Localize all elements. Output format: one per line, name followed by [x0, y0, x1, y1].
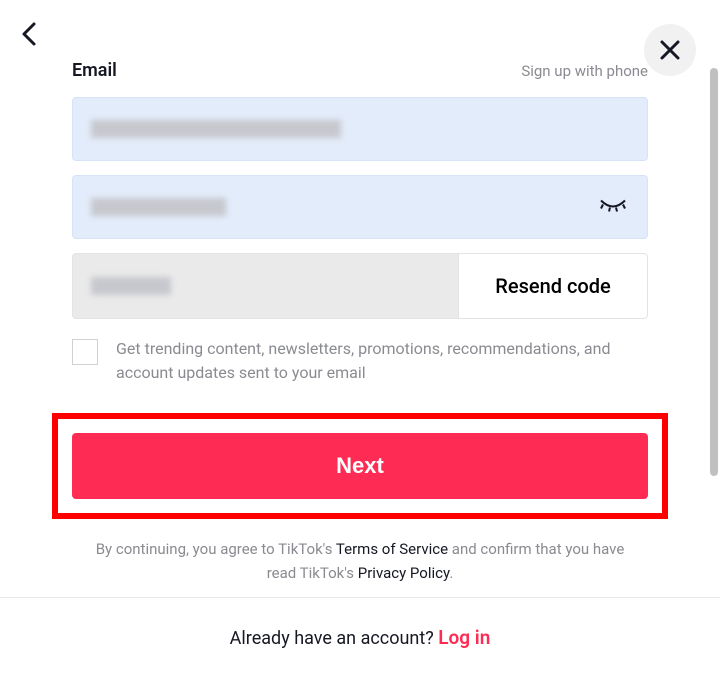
login-link[interactable]: Log in — [438, 626, 490, 649]
terms-prefix: By continuing, you agree to TikTok's — [96, 540, 336, 558]
signup-form: Email Sign up with phone Resend code Get… — [0, 0, 720, 585]
eye-closed-icon — [599, 199, 627, 213]
signup-phone-link[interactable]: Sign up with phone — [521, 62, 648, 80]
close-button[interactable] — [644, 24, 696, 76]
back-button[interactable] — [20, 20, 44, 44]
next-button[interactable]: Next — [72, 433, 648, 499]
password-value-redacted — [91, 198, 226, 216]
password-field[interactable] — [72, 175, 648, 239]
email-value-redacted — [91, 120, 341, 138]
email-field[interactable] — [72, 97, 648, 161]
resend-code-button[interactable]: Resend code — [458, 253, 648, 319]
consent-checkbox[interactable] — [72, 339, 98, 365]
consent-label: Get trending content, newsletters, promo… — [116, 337, 648, 385]
code-row: Resend code — [72, 253, 648, 319]
toggle-password-visibility[interactable] — [599, 198, 627, 217]
scrollbar[interactable] — [710, 68, 718, 476]
privacy-policy-link[interactable]: Privacy Policy — [358, 564, 450, 582]
consent-row: Get trending content, newsletters, promo… — [72, 337, 648, 385]
terms-text: By continuing, you agree to TikTok's Ter… — [72, 537, 648, 585]
terms-suffix: . — [449, 564, 453, 582]
footer-text: Already have an account? — [230, 628, 439, 649]
verification-code-field[interactable] — [72, 253, 458, 319]
form-header: Email Sign up with phone — [72, 60, 648, 81]
footer: Already have an account? Log in — [0, 597, 720, 677]
chevron-left-icon — [20, 20, 40, 48]
highlight-box: Next — [52, 413, 668, 519]
code-value-redacted — [91, 277, 171, 295]
close-icon — [659, 39, 681, 61]
terms-of-service-link[interactable]: Terms of Service — [336, 540, 448, 558]
email-label: Email — [72, 60, 117, 81]
